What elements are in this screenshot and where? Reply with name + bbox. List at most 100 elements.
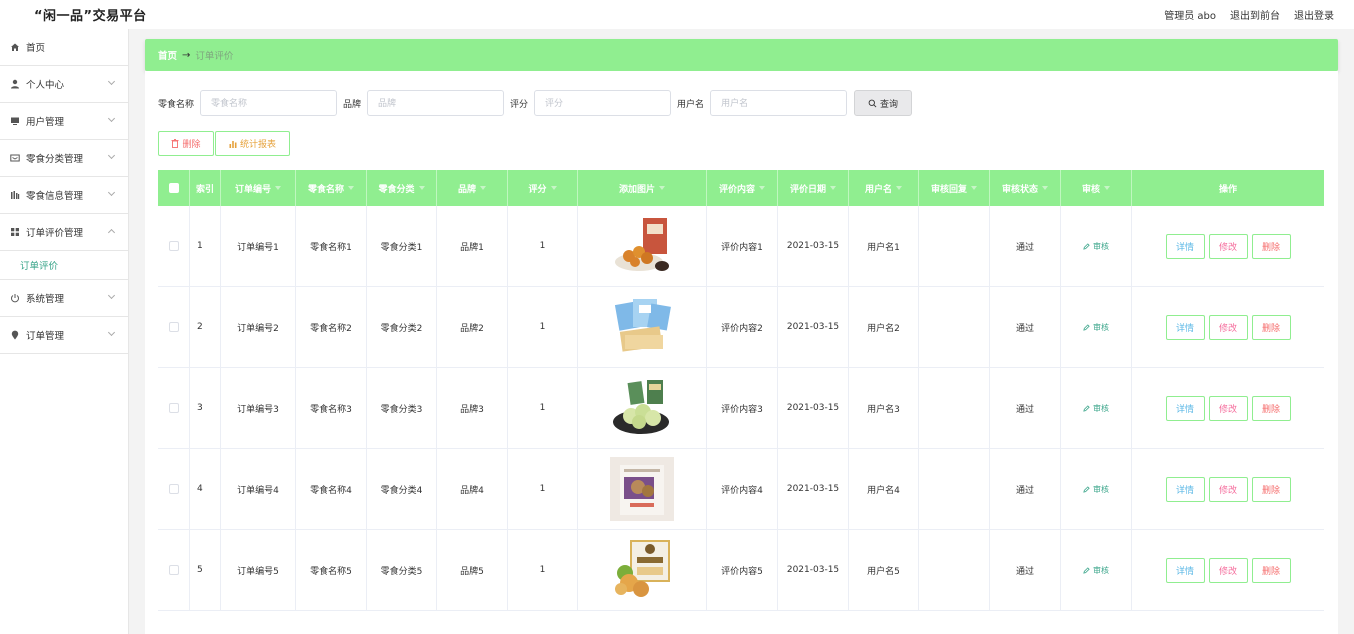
- row-checkbox[interactable]: [168, 322, 179, 332]
- sidebar-item-home[interactable]: 首页: [0, 29, 128, 66]
- detail-button[interactable]: 详情: [1165, 233, 1205, 259]
- row-checkbox[interactable]: [168, 241, 179, 251]
- cell-order-no: 订单编号4: [221, 449, 296, 529]
- cell-score: 1: [508, 449, 578, 529]
- sidebar-item-order-management[interactable]: 订单管理: [0, 317, 128, 354]
- cell-username: 用户名1: [849, 206, 919, 286]
- cell-review-content: 评价内容1: [707, 206, 778, 286]
- search-button[interactable]: 查询: [854, 90, 913, 116]
- username-label: 用户名: [677, 99, 705, 110]
- audit-link[interactable]: 审核: [1083, 241, 1109, 252]
- breadcrumb-arrow-icon: →: [182, 49, 191, 61]
- header-review-content[interactable]: 评价内容: [707, 170, 778, 206]
- audit-link[interactable]: 审核: [1083, 484, 1109, 495]
- logout-link[interactable]: 退出登录: [1294, 7, 1334, 22]
- sidebar-item-order-review-management[interactable]: 订单评价管理: [0, 214, 128, 251]
- edit-icon: [1083, 485, 1090, 493]
- cell-snack-category: 零食分类1: [367, 206, 437, 286]
- row-checkbox[interactable]: [168, 403, 179, 413]
- header-audit-reply[interactable]: 审核回复: [919, 170, 990, 206]
- cell-username: 用户名2: [849, 287, 919, 367]
- detail-button[interactable]: 详情: [1165, 395, 1205, 421]
- bar-chart-icon: [229, 140, 237, 148]
- sidebar-item-system-management[interactable]: 系统管理: [0, 280, 128, 317]
- cell-snack-name: 零食名称2: [296, 287, 367, 367]
- table-row: 5 订单编号5 零食名称5 零食分类5 品牌5 1 评价内容5 2021-03-…: [158, 530, 1324, 611]
- row-checkbox[interactable]: [168, 484, 179, 494]
- header-snack-name[interactable]: 零食名称: [296, 170, 367, 206]
- user-icon: [10, 79, 20, 89]
- sidebar-item-snack-info[interactable]: 零食信息管理: [0, 177, 128, 214]
- main-panel: 零食名称 品牌 评分 用户名 查询 删除 统计报表 索引 订单编号 零食名称 零…: [145, 71, 1338, 634]
- header-order-no[interactable]: 订单编号: [221, 170, 296, 206]
- detail-button[interactable]: 详情: [1165, 314, 1205, 340]
- delete-button[interactable]: 删除: [1251, 233, 1291, 259]
- header-snack-category[interactable]: 零食分类: [367, 170, 437, 206]
- header-image[interactable]: 添加图片: [578, 170, 707, 206]
- sidebar-subitem-order-review[interactable]: 订单评价: [0, 251, 128, 280]
- header-score[interactable]: 评分: [508, 170, 578, 206]
- stats-report-button[interactable]: 统计报表: [215, 131, 290, 156]
- edit-button[interactable]: 修改: [1208, 557, 1248, 583]
- brand-input[interactable]: [367, 90, 505, 116]
- audit-link[interactable]: 审核: [1083, 322, 1109, 333]
- detail-button[interactable]: 详情: [1165, 557, 1205, 583]
- monitor-icon: [10, 116, 20, 126]
- snack-name-input[interactable]: [200, 90, 338, 116]
- score-input[interactable]: [534, 90, 672, 116]
- cell-index: 2: [190, 287, 221, 367]
- product-image: [610, 214, 674, 278]
- cell-snack-name: 零食名称4: [296, 449, 367, 529]
- edit-button[interactable]: 修改: [1208, 395, 1248, 421]
- header-username[interactable]: 用户名: [849, 170, 919, 206]
- header-audit[interactable]: 审核: [1061, 170, 1132, 206]
- home-icon: [10, 42, 20, 52]
- sort-icon: [1104, 186, 1110, 190]
- header-audit-status[interactable]: 审核状态: [990, 170, 1061, 206]
- cell-username: 用户名5: [849, 530, 919, 610]
- chevron-down-icon: [107, 328, 116, 337]
- cell-snack-name: 零食名称1: [296, 206, 367, 286]
- edit-button[interactable]: 修改: [1208, 233, 1248, 259]
- chevron-down-icon: [107, 151, 116, 160]
- edit-button[interactable]: 修改: [1208, 314, 1248, 340]
- username-input[interactable]: [710, 90, 848, 116]
- sidebar-item-user-management[interactable]: 用户管理: [0, 103, 128, 140]
- header-brand[interactable]: 品牌: [437, 170, 508, 206]
- grid-icon: [10, 227, 20, 237]
- edit-icon: [1083, 404, 1090, 412]
- sidebar-item-label: 订单评价管理: [26, 228, 84, 239]
- delete-button[interactable]: 删除: [1251, 476, 1291, 502]
- edit-icon: [1083, 566, 1090, 574]
- header-review-date[interactable]: 评价日期: [778, 170, 849, 206]
- delete-button[interactable]: 删除: [1251, 395, 1291, 421]
- delete-button[interactable]: 删除: [1251, 557, 1291, 583]
- sidebar-item-personal-center[interactable]: 个人中心: [0, 66, 128, 103]
- trash-icon: [171, 139, 179, 148]
- batch-delete-button[interactable]: 删除: [158, 131, 214, 156]
- edit-button[interactable]: 修改: [1208, 476, 1248, 502]
- cell-audit-status: 通过: [990, 206, 1061, 286]
- table-row: 3 订单编号3 零食名称3 零食分类3 品牌3 1 评价内容3 2021-03-…: [158, 368, 1324, 449]
- action-bar: 删除 统计报表: [158, 131, 290, 156]
- breadcrumb-home[interactable]: 首页: [158, 48, 177, 62]
- sidebar-item-snack-category[interactable]: 零食分类管理: [0, 140, 128, 177]
- select-all-checkbox[interactable]: [168, 183, 179, 193]
- cell-review-content: 评价内容4: [707, 449, 778, 529]
- cell-audit-reply: [919, 530, 990, 610]
- stats-report-label: 统计报表: [239, 140, 276, 150]
- cell-index: 1: [190, 206, 221, 286]
- search-form: 零食名称 品牌 评分 用户名 查询: [158, 90, 913, 116]
- delete-button[interactable]: 删除: [1251, 314, 1291, 340]
- header-index[interactable]: 索引: [190, 170, 221, 206]
- breadcrumb-current: 订单评价: [195, 51, 234, 62]
- sidebar-item-label: 首页: [26, 43, 46, 54]
- audit-link[interactable]: 审核: [1083, 403, 1109, 414]
- score-label: 评分: [510, 99, 529, 110]
- audit-link[interactable]: 审核: [1083, 565, 1109, 576]
- snack-name-label: 零食名称: [158, 99, 195, 110]
- detail-button[interactable]: 详情: [1165, 476, 1205, 502]
- cell-review-content: 评价内容3: [707, 368, 778, 448]
- back-to-front-link[interactable]: 退出到前台: [1230, 7, 1280, 22]
- row-checkbox[interactable]: [168, 565, 179, 575]
